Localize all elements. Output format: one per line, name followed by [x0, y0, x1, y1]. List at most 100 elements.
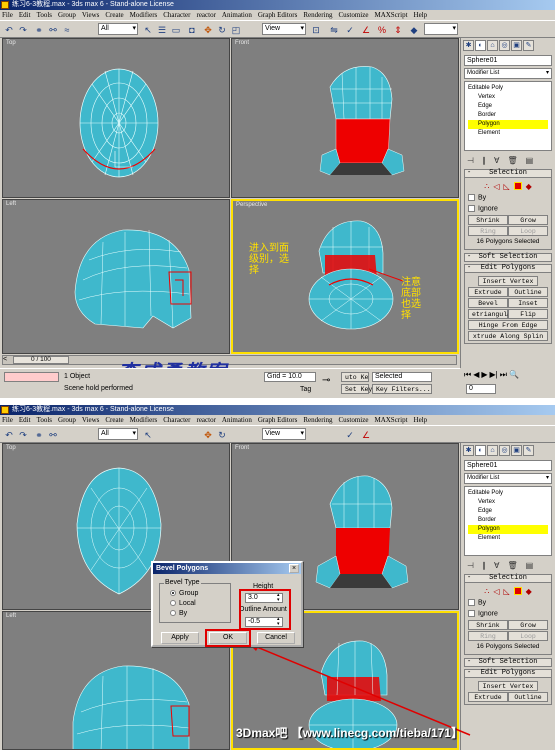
stack-item-edge[interactable]: Edge — [468, 102, 548, 111]
pin-stack-icon[interactable]: ⊣ — [467, 156, 474, 165]
redo-icon[interactable]: ↷ — [17, 24, 29, 36]
menu-graph-editors[interactable]: Graph Editors — [258, 10, 297, 20]
display-tab-icon[interactable]: ▣ — [511, 40, 522, 51]
close-icon[interactable]: × — [289, 564, 299, 573]
remove-modifier-icon[interactable]: 🗑 — [507, 156, 517, 165]
add-time-tag[interactable]: Tag — [300, 386, 311, 393]
angle-snap-icon[interactable]: ∠ — [360, 24, 372, 36]
stack-item-polygon[interactable]: Polygon — [468, 120, 548, 129]
stack-item-element[interactable]: Element — [468, 129, 548, 138]
insert-vertex-button[interactable]: Insert Vertex — [478, 275, 538, 286]
edge-icon[interactable]: ◁ — [493, 182, 499, 191]
goto-end-icon[interactable]: ⏭ — [500, 370, 507, 380]
rotate-icon[interactable]: ↻ — [216, 24, 228, 36]
menu-reactor[interactable]: reactor — [196, 10, 215, 20]
border-icon[interactable]: ◺ — [503, 182, 509, 191]
apply-button[interactable]: Apply — [161, 632, 199, 644]
set-key-button[interactable]: Set Key — [341, 384, 372, 394]
configure-icon[interactable]: ▤ — [526, 156, 534, 165]
menu-file[interactable]: File — [2, 10, 13, 20]
region-select-icon[interactable]: ▭ — [170, 24, 182, 36]
hierarchy-tab-icon[interactable]: ⌂ — [487, 40, 498, 51]
time-slider-thumb[interactable]: 0 / 100 — [13, 356, 69, 364]
object-name-field[interactable]: Sphere01 — [464, 55, 552, 66]
soft-selection-header[interactable]: Soft Selection — [464, 253, 552, 262]
stack-editable-poly[interactable]: Editable Poly — [468, 84, 548, 93]
radio-local[interactable]: Local — [170, 599, 198, 609]
grow-button[interactable]: Grow — [508, 214, 548, 225]
spinner-snap-icon[interactable]: ⇕ — [392, 24, 404, 36]
named-selection-sets[interactable] — [424, 23, 458, 35]
menu-help[interactable]: Help — [414, 10, 428, 20]
scale-icon[interactable]: ◰ — [230, 24, 242, 36]
stack-item-border[interactable]: Border — [468, 111, 548, 120]
modifier-list-dropdown[interactable]: Modifier List — [464, 68, 552, 79]
make-unique-icon[interactable]: ∀ — [494, 156, 499, 165]
maxscript-listener[interactable] — [4, 372, 59, 382]
reference-coord-dropdown[interactable]: View — [262, 23, 306, 35]
snap-icon[interactable]: ✓ — [344, 24, 356, 36]
motion-tab-icon[interactable]: ◎ — [499, 40, 510, 51]
percent-snap-icon[interactable]: % — [376, 24, 388, 36]
auto-key-button[interactable]: uto Ke — [341, 372, 369, 382]
cancel-button[interactable]: Cancel — [257, 632, 295, 644]
menu-tools[interactable]: Tools — [37, 10, 52, 20]
play-icon[interactable]: ▶ — [481, 370, 487, 380]
show-end-result-icon[interactable]: ∥ — [482, 156, 486, 165]
undo-icon[interactable]: ↶ — [3, 24, 15, 36]
stack-item-vertex[interactable]: Vertex — [468, 93, 548, 102]
polygon-icon[interactable] — [513, 182, 522, 190]
selection-rollout-header[interactable]: Selection — [464, 169, 552, 178]
unlink-icon[interactable]: ⚯ — [47, 24, 59, 36]
viewport-front[interactable]: Front — [231, 38, 459, 198]
prev-frame-icon[interactable]: ◀ — [473, 370, 479, 380]
menu-character[interactable]: Character — [163, 10, 190, 20]
bind-spacewarp-icon[interactable]: ≈ — [61, 24, 73, 36]
modifier-stack[interactable]: Editable Poly Vertex Edge Border Polygon… — [464, 81, 552, 151]
extrude-along-spline-button[interactable]: xtrude Along Splin — [468, 330, 548, 341]
shrink-button[interactable]: Shrink — [468, 214, 508, 225]
bevel-button[interactable]: Bevel — [468, 297, 508, 308]
by-vertex-checkbox[interactable]: By — [468, 193, 486, 201]
next-frame-icon[interactable]: ▶| — [490, 370, 498, 380]
menu-modifiers[interactable]: Modifiers — [130, 10, 158, 20]
pivot-icon[interactable]: ⊡ — [310, 24, 322, 36]
menu-create[interactable]: Create — [105, 10, 123, 20]
current-frame-field[interactable]: 0 — [466, 384, 496, 394]
radio-group[interactable]: Group — [170, 589, 198, 599]
menu-rendering[interactable]: Rendering — [303, 10, 332, 20]
element-icon[interactable]: ◆ — [526, 182, 532, 191]
flip-button[interactable]: Flip — [508, 308, 548, 319]
select-by-name-icon[interactable]: ☰ — [156, 24, 168, 36]
outline-button[interactable]: Outline — [508, 286, 548, 297]
inset-button[interactable]: Inset — [508, 297, 548, 308]
ring-button[interactable]: Ring — [468, 225, 508, 236]
menu-edit[interactable]: Edit — [19, 10, 31, 20]
radio-by-polygon[interactable]: By — [170, 609, 198, 619]
retriangulate-button[interactable]: etriangula — [468, 308, 511, 319]
key-mode-dropdown[interactable]: Selected — [372, 372, 432, 382]
link-icon[interactable]: ⚭ — [33, 24, 45, 36]
menu-maxscript[interactable]: MAXScript — [374, 10, 407, 20]
hinge-from-edge-button[interactable]: Hinge From Edge — [468, 319, 548, 330]
modify-tab-icon[interactable]: ◐ — [475, 40, 486, 51]
time-slider[interactable]: < 0 / 100 — [2, 355, 457, 365]
viewport-top[interactable]: Top — [2, 38, 230, 198]
key-icon[interactable]: ⊸ — [322, 375, 330, 386]
viewport-left[interactable]: Left — [2, 199, 230, 354]
menu-customize[interactable]: Customize — [339, 10, 369, 20]
mirror-icon[interactable]: ⇋ — [328, 24, 340, 36]
loop-button[interactable]: Loop — [508, 225, 548, 236]
goto-start-icon[interactable]: ⏮ — [464, 370, 471, 380]
menu-animation[interactable]: Animation — [222, 10, 252, 20]
named-selection-icon[interactable]: ◆ — [408, 24, 420, 36]
edit-polygons-header[interactable]: Edit Polygons — [464, 264, 552, 273]
window-crossing-icon[interactable]: ◘ — [186, 24, 198, 36]
menu-group[interactable]: Group — [58, 10, 76, 20]
key-filters-button[interactable]: Key Filters... — [372, 384, 432, 394]
utilities-tab-icon[interactable]: ✎ — [523, 40, 534, 51]
create-tab-icon[interactable]: ✱ — [463, 40, 474, 51]
time-prev-icon[interactable]: < — [3, 356, 12, 364]
select-icon[interactable]: ↖ — [142, 24, 154, 36]
menu-views[interactable]: Views — [82, 10, 99, 20]
